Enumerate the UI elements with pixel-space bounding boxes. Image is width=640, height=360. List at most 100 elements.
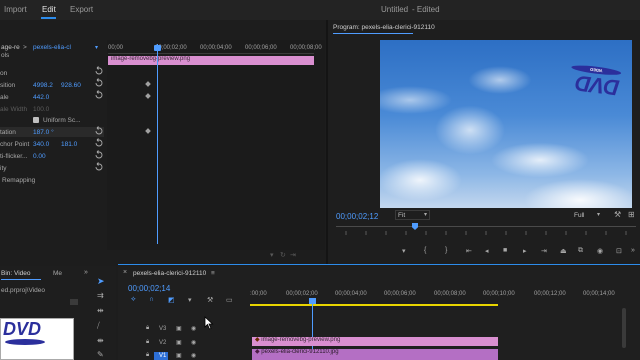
button-editor-icon[interactable]: ⊡	[616, 247, 622, 255]
program-timecode[interactable]: 00;00;02;12	[336, 212, 378, 221]
project-path: ed.prproj\Video	[1, 287, 45, 294]
project-bin-tab[interactable]: Bin: Video	[1, 270, 31, 277]
clip-v2-png[interactable]: ◆ image-removebg-preview.png	[252, 337, 498, 346]
more-controls-icon[interactable]: »	[631, 247, 635, 254]
sequence-menu-icon[interactable]: ≡	[211, 270, 215, 277]
v3-sync-icon[interactable]: ▣	[176, 325, 182, 332]
slip-tool-icon[interactable]: ⇼	[97, 336, 104, 345]
ec-tab-arrow: >	[23, 44, 27, 51]
v2-lock-icon[interactable]: 🔒︎	[146, 339, 149, 346]
snap-icon[interactable]: ∩	[149, 296, 154, 303]
resolution-dropdown[interactable]: Full	[574, 212, 584, 219]
antiflicker-value[interactable]: 0.00	[33, 153, 46, 160]
tl-ruler-label: 00;00;14;00	[583, 291, 615, 297]
ec-ruler-label: 00;00	[108, 45, 124, 51]
v1-lock-icon[interactable]: 🔒︎	[146, 352, 149, 359]
settings-icon[interactable]: ⊞	[628, 210, 635, 219]
track-v1-label: V1	[159, 353, 167, 359]
ec-footer-icons: ▾ ↻ ⇥	[270, 251, 305, 259]
pen-tool-icon[interactable]: ✎	[97, 350, 104, 359]
add-marker-icon[interactable]: ▾	[402, 247, 406, 255]
extract-icon[interactable]: ⧉	[578, 247, 583, 255]
step-forward-icon[interactable]: ▸	[523, 247, 527, 255]
uniform-scale-checkbox[interactable]	[33, 117, 39, 123]
clip-v1-jpg[interactable]: ◆ pexels-elia-clerici-912110.jpg	[252, 349, 498, 360]
tl-ruler-label: 00;00;10;00	[483, 291, 515, 297]
new-bin-icon[interactable]	[70, 299, 78, 305]
anchor-x-value[interactable]: 340.0	[33, 141, 49, 148]
menu-edit[interactable]: Edit	[42, 5, 56, 14]
work-area-bar[interactable]	[250, 304, 498, 306]
edited-status: - Edited	[412, 5, 440, 14]
export-frame-icon[interactable]: ◉	[597, 247, 603, 255]
anchor-y-value[interactable]: 181.0	[61, 141, 77, 148]
mark-in-icon[interactable]: {	[424, 247, 426, 254]
ec-dropdown-icon[interactable]: ▾	[95, 44, 98, 51]
razor-tool-icon[interactable]: ⧸	[97, 321, 100, 331]
go-to-out-icon[interactable]: ⇥	[541, 247, 547, 255]
lift-icon[interactable]: ⏏	[560, 247, 567, 255]
add-marker-timeline-icon[interactable]: ▾	[188, 296, 192, 304]
ripple-edit-icon[interactable]: ⇹	[97, 306, 104, 315]
v1-eye-icon[interactable]: ◉	[191, 352, 196, 359]
program-ruler	[345, 231, 627, 235]
captions-icon[interactable]: ▭	[226, 296, 233, 304]
ec-playhead-handle[interactable]	[154, 45, 161, 51]
program-monitor-title[interactable]: Program: pexels-elia-clerici-912110	[333, 24, 435, 31]
export-icon[interactable]: ⇥	[290, 251, 296, 259]
dvd-thumbnail[interactable]: DVD	[0, 318, 74, 360]
timeline-close-icon[interactable]: ×	[123, 269, 127, 276]
program-scrub-bar[interactable]	[336, 226, 636, 227]
timeline-focus-border	[118, 264, 640, 265]
tl-ruler-label: 00;00;04;00	[335, 291, 367, 297]
wrench-icon[interactable]: ⚒	[614, 210, 621, 219]
ec-ruler-label: 00;00;04;00	[200, 45, 232, 51]
ec-clip-name[interactable]: pexels-elia-cl	[33, 44, 71, 51]
rotation-label: tation	[0, 129, 16, 136]
v3-lock-icon[interactable]: 🔒︎	[146, 325, 149, 332]
panel-more-icon[interactable]: »	[84, 269, 88, 276]
ec-tab-prefix: age-re	[1, 44, 20, 51]
program-video-frame[interactable]: DVD VIDEO	[380, 40, 632, 208]
clip-v2-label: image-removebg-preview.png	[261, 337, 341, 343]
timeline-timecode[interactable]: 00;00;02;14	[128, 284, 170, 293]
v3-eye-icon[interactable]: ◉	[191, 325, 196, 332]
v2-sync-icon[interactable]: ▣	[176, 339, 182, 346]
ec-ruler-line	[108, 53, 314, 54]
thumb-logo-text: DVD	[3, 319, 42, 339]
timeline-settings-icon[interactable]: ⚒	[207, 296, 213, 304]
v2-eye-icon[interactable]: ◉	[191, 339, 196, 346]
ec-playhead[interactable]	[157, 44, 158, 244]
v1-sync-icon[interactable]: ▣	[176, 352, 182, 359]
stop-icon[interactable]: ■	[503, 247, 507, 254]
scale-width-label: ale Width	[0, 106, 28, 113]
scale-value[interactable]: 442.0	[33, 94, 49, 101]
nest-icon[interactable]: ⟡	[131, 296, 136, 304]
timeline-playhead-handle[interactable]	[309, 298, 316, 304]
timeline-vertical-scrollbar[interactable]	[622, 308, 626, 348]
mouse-cursor-icon	[204, 316, 214, 330]
step-back-icon[interactable]: ◂	[485, 247, 489, 255]
menu-export[interactable]: Export	[70, 5, 93, 14]
rotation-value[interactable]: 187.0 °	[33, 129, 54, 136]
fit-chevron-icon: ▾	[424, 212, 428, 218]
position-x-value[interactable]: 4998.2	[33, 82, 53, 89]
linked-selection-icon[interactable]: ◩	[168, 296, 175, 304]
ec-clip-bar[interactable]: image-removebg-preview.png	[108, 56, 314, 65]
project-tab-underline	[1, 279, 41, 280]
antiflicker-label: ti-flicker...	[0, 153, 28, 160]
loop-icon[interactable]: ↻	[280, 251, 286, 259]
go-to-in-icon[interactable]: ⇤	[466, 247, 472, 255]
media-browser-tab[interactable]: Me	[53, 270, 62, 277]
ec-tab-suffix: ols	[1, 52, 10, 59]
opacity-label: ity	[0, 165, 7, 172]
mark-out-icon[interactable]: }	[445, 247, 447, 254]
motion-section-label: on	[0, 70, 8, 77]
track-select-icon[interactable]: ⇉	[97, 291, 104, 300]
position-y-value[interactable]: 928.60	[61, 82, 81, 89]
filter-icon[interactable]: ▾	[270, 251, 274, 259]
menu-import[interactable]: Import	[4, 5, 27, 14]
clip-v1-label: pexels-elia-clerici-912110.jpg	[261, 349, 339, 355]
sequence-tab[interactable]: pexels-elia-clerici-912110	[133, 270, 206, 277]
selection-tool-icon[interactable]: ➤	[97, 276, 105, 287]
